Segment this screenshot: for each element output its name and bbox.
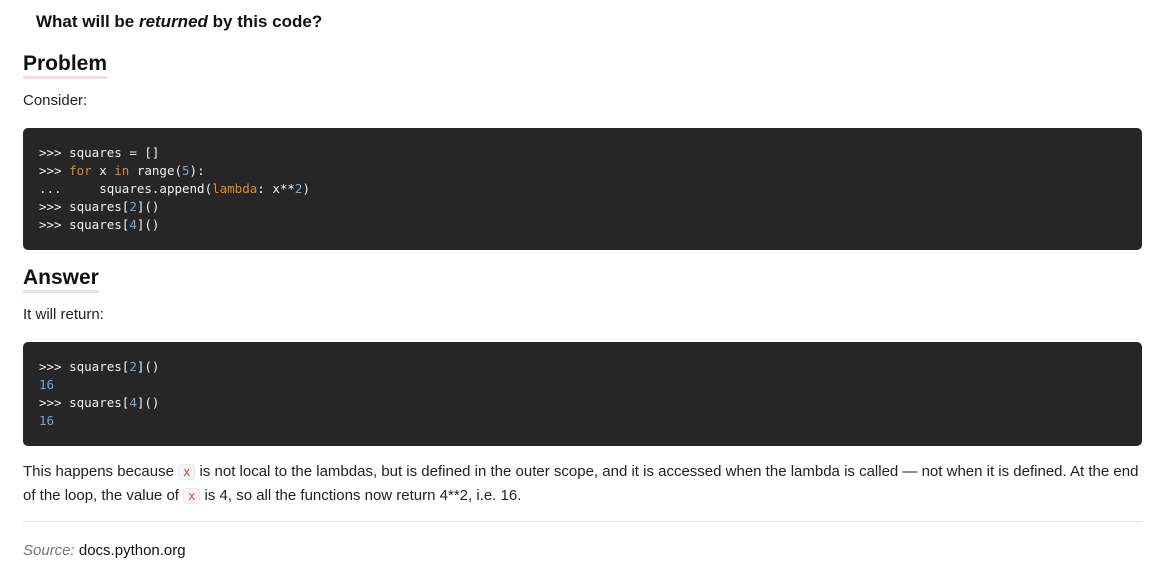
problem-code-block: >>> squares = [] >>> for x in range(5): … xyxy=(23,128,1142,250)
inline-code-x: x xyxy=(183,488,201,504)
question-emphasis: returned xyxy=(138,12,208,31)
code-line: >>> squares[4]() xyxy=(39,217,160,232)
answer-intro: It will return: xyxy=(23,306,104,323)
code-line: ... squares.append(lambda: x**2) xyxy=(39,181,310,196)
code-line: >>> squares[4]() xyxy=(39,395,160,410)
answer-code-block: >>> squares[2]() 16 >>> squares[4]() 16 xyxy=(23,342,1142,446)
code-output-line: 16 xyxy=(39,377,55,392)
divider xyxy=(23,521,1142,522)
code-output-line: 16 xyxy=(39,413,55,428)
explanation-paragraph: This happens because x is not local to t… xyxy=(23,463,1139,504)
inline-code-x: x xyxy=(178,464,196,480)
code-line: >>> squares[2]() xyxy=(39,199,160,214)
source-line: Source: docs.python.org xyxy=(23,542,186,559)
problem-intro: Consider: xyxy=(23,92,88,109)
code-line: >>> for x in range(5): xyxy=(39,163,205,178)
answer-heading: Answer xyxy=(23,266,99,293)
problem-heading: Problem xyxy=(23,52,108,79)
question-prefix: What will be xyxy=(36,12,139,31)
code-line: >>> squares[2]() xyxy=(39,359,160,374)
question-title: What will be returned by this code? xyxy=(36,12,322,32)
code-line: >>> squares = [] xyxy=(39,145,160,160)
source-label: Source: xyxy=(23,542,75,559)
source-link[interactable]: docs.python.org xyxy=(79,542,186,559)
question-suffix: by this code? xyxy=(207,12,323,31)
